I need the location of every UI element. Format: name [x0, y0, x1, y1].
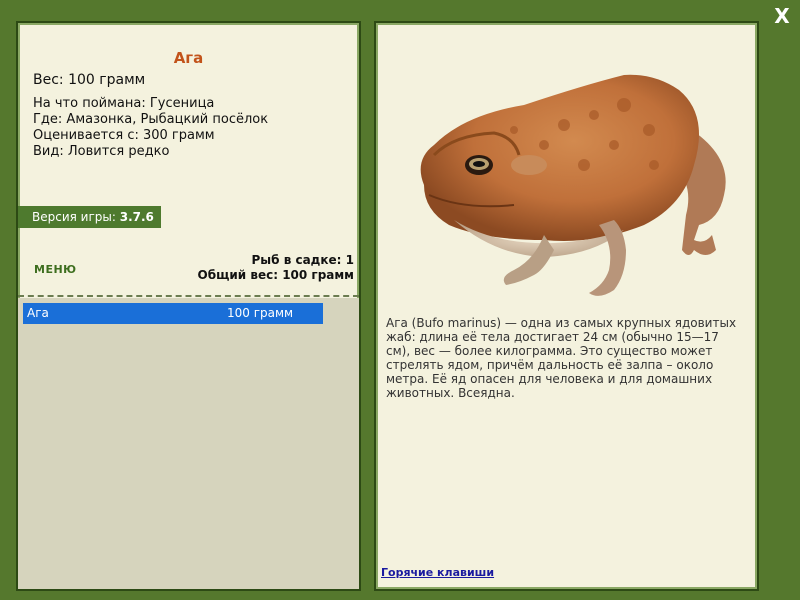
list-item[interactable]: Ага 100 грамм — [23, 303, 323, 324]
total-weight: Общий вес: 100 грамм — [197, 268, 354, 282]
divider — [18, 295, 359, 297]
close-icon[interactable]: X — [770, 4, 794, 28]
version-badge: Версия игры: 3.7.6 — [18, 206, 161, 228]
list-item-weight: 100 грамм — [227, 306, 294, 320]
fish-title: Ага — [173, 49, 204, 67]
version-label: Версия игры: — [32, 210, 120, 224]
location-line: Где: Амазонка, Рыбацкий посёлок — [33, 112, 269, 127]
menu-button[interactable]: МЕНЮ — [34, 263, 77, 276]
fish-weight: Вес: 100 грамм — [33, 72, 146, 88]
fish-info-panel: Ага Вес: 100 грамм На что поймана: Гусен… — [16, 21, 361, 591]
rarity-line: Вид: Ловится редко — [33, 144, 170, 159]
keepnet-stats: Рыб в садке: 1 Общий вес: 100 грамм — [198, 253, 354, 283]
version-value: 3.7.6 — [119, 210, 154, 224]
fish-description: Ага (Bufo marinus) — одна из самых крупн… — [386, 316, 737, 400]
fish-picture-panel: Ага (Bufo marinus) — одна из самых крупн… — [374, 21, 759, 591]
fish-details: На что поймана: Гусеница Где: Амазонка, … — [33, 96, 268, 160]
list-item-name: Ага — [27, 306, 49, 320]
fish-count: Рыб в садке: 1 — [251, 253, 355, 267]
valued-line: Оценивается с: 300 грамм — [33, 128, 215, 143]
hotkeys-link[interactable]: Горячие клавиши — [381, 566, 494, 579]
bait-line: На что поймана: Гусеница — [33, 96, 215, 111]
catch-list: Ага 100 грамм — [18, 298, 359, 589]
toad-image — [394, 45, 744, 305]
